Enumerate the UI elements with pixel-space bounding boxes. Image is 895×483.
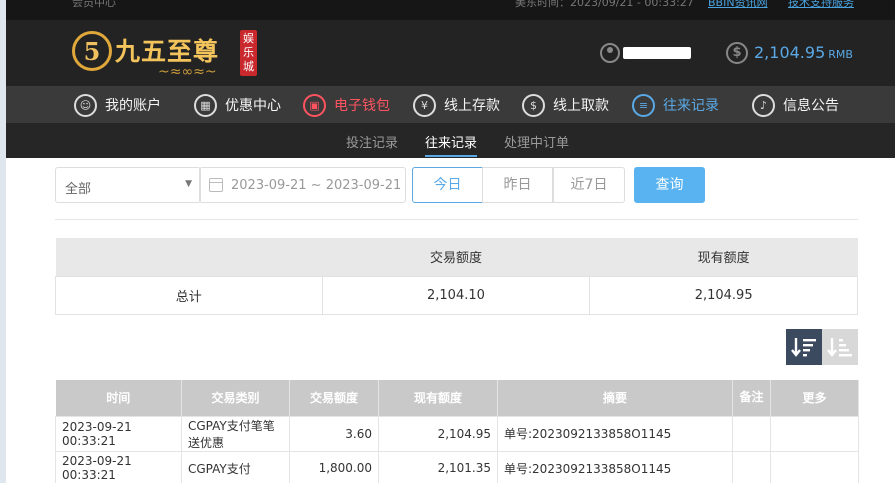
nav-item-wallet[interactable]: ▣ 电子钱包 [303,91,390,119]
range-today-button[interactable]: 今日 [412,167,483,203]
calendar-icon [209,178,223,192]
cell-balance: 2,101.35 [378,450,498,483]
cell-amount: 1,800.00 [289,450,379,483]
tech-support-link[interactable]: 技术支持服务 [788,0,854,10]
summary-header-row: 交易额度 现有额度 [55,238,858,276]
user-icon [600,43,620,63]
tab-transaction-records[interactable]: 往来记录 [425,132,478,157]
sort-desc-icon [791,338,816,357]
username-redacted [623,47,691,59]
top-bar: 会员中心 美东时间：2023/09/21 - 00:33:27 BBIN资讯网 … [6,0,895,20]
deposit-icon: ¥ [413,93,436,117]
nav-item-deposit[interactable]: ¥ 线上存款 [413,91,500,119]
cell-type: CGPAY支付 [181,450,290,483]
main-content: 全部 ▼ 2023-09-21 ~ 2023-09-21 今日 昨日 近7日 查… [6,158,895,483]
summary-header-amount: 交易额度 [322,238,590,276]
chevron-down-icon: ▼ [185,179,192,189]
sort-asc-icon [827,338,852,357]
summary-row: 总计 2,104.10 2,104.95 [55,275,858,315]
gift-icon: ▦ [194,93,217,117]
bbin-news-link[interactable]: BBIN资讯网 [708,0,768,10]
range-yesterday-button[interactable]: 昨日 [482,167,553,203]
summary-table: 交易额度 现有额度 总计 2,104.10 2,104.95 [55,238,858,315]
query-button[interactable]: 查询 [634,167,705,203]
sort-asc-button[interactable] [822,329,858,365]
date-range-picker[interactable]: 2023-09-21 ~ 2023-09-21 [199,167,406,203]
cell-amount: 3.60 [289,415,379,452]
nav-item-account[interactable]: ☺ 我的账户 [74,91,161,119]
main-nav: ☺ 我的账户 ▦ 优惠中心 ▣ 电子钱包 ¥ 线上存款 $ 线上取款 ≡ 往来记… [6,86,895,123]
summary-amount: 2,104.10 [321,275,591,315]
nav-item-records[interactable]: ≡ 往来记录 [632,91,719,119]
cell-time: 2023-09-21 00:33:21 [55,450,182,483]
records-icon: ≡ [632,93,655,117]
summary-label: 总计 [55,275,323,315]
tab-pending-orders[interactable]: 处理中订单 [504,132,569,151]
bell-icon: ♪ [752,93,775,117]
summary-header-blank [55,238,323,276]
nav-item-label: 优惠中心 [225,98,281,114]
nav-item-promotions[interactable]: ▦ 优惠中心 [194,91,281,119]
col-more: 更多 [770,380,859,416]
cell-summary: 单号:2023092133858O1145 [497,415,733,452]
cell-more[interactable] [770,415,859,452]
tab-bet-records[interactable]: 投注记录 [346,132,398,151]
nav-item-label: 电子钱包 [334,98,390,114]
site-logo[interactable]: 5 九五至尊 ~≈∞≈~ 娱乐城 [72,26,262,82]
cell-note [732,450,771,483]
nav-item-label: 线上存款 [444,98,500,114]
nav-item-label: 我的账户 [105,98,161,114]
cell-note [732,415,771,452]
balance-display: 2,104.95 RMB [754,43,853,62]
balance-amount: 2,104.95 [754,43,826,62]
sub-nav: 投注记录 往来记录 处理中订单 [6,123,895,158]
type-select-value: 全部 [65,182,92,197]
cell-summary: 单号:2023092133858O1145 [497,450,733,483]
summary-header-balance: 现有额度 [589,238,858,276]
logo-flourish: ~≈∞≈~ [158,64,217,80]
cell-type: CGPAY支付笔笔送优惠 [181,415,290,452]
logo-emblem: 5 [72,31,112,71]
col-note: 备注 [732,380,771,416]
balance-currency: RMB [828,48,853,61]
col-time: 时间 [55,380,182,416]
col-summary: 摘要 [497,380,733,416]
records-header-row: 时间 交易类别 交易额度 现有额度 摘要 备注 更多 [55,380,859,416]
table-row: 2023-09-21 00:33:21 CGPAY支付 1,800.00 2,1… [55,450,859,483]
summary-balance: 2,104.95 [589,275,858,315]
nav-item-announcements[interactable]: ♪ 信息公告 [752,91,839,119]
user-icon: ☺ [74,93,97,117]
member-center-link[interactable]: 会员中心 [72,0,116,10]
dollar-icon: $ [726,42,748,64]
nav-item-withdraw[interactable]: $ 线上取款 [522,91,609,119]
col-amount: 交易额度 [289,380,379,416]
wallet-icon: ▣ [303,93,326,117]
server-time: 美东时间：2023/09/21 - 00:33:27 [515,0,694,9]
col-balance: 现有额度 [378,380,498,416]
logo-text: 九五至尊 [115,37,220,66]
col-type: 交易类别 [181,380,290,416]
withdraw-icon: $ [522,93,545,117]
divider [55,219,858,220]
site-header: 5 九五至尊 ~≈∞≈~ 娱乐城 $ 2,104.95 RMB [6,20,895,86]
cell-time: 2023-09-21 00:33:21 [55,415,182,452]
records-table: 时间 交易类别 交易额度 现有额度 摘要 备注 更多 2023-09-21 00… [55,380,859,483]
type-select[interactable]: 全部 ▼ [55,167,201,203]
sort-desc-button[interactable] [786,329,822,365]
nav-item-label: 往来记录 [663,98,719,114]
cell-balance: 2,104.95 [378,415,498,452]
nav-item-label: 信息公告 [783,98,839,114]
table-row: 2023-09-21 00:33:21 CGPAY支付笔笔送优惠 3.60 2,… [55,415,859,452]
range-7days-button[interactable]: 近7日 [553,167,625,203]
logo-seal: 娱乐城 [240,30,257,76]
date-range-value: 2023-09-21 ~ 2023-09-21 [231,178,402,193]
cell-more[interactable] [770,450,859,483]
nav-item-label: 线上取款 [553,98,609,114]
